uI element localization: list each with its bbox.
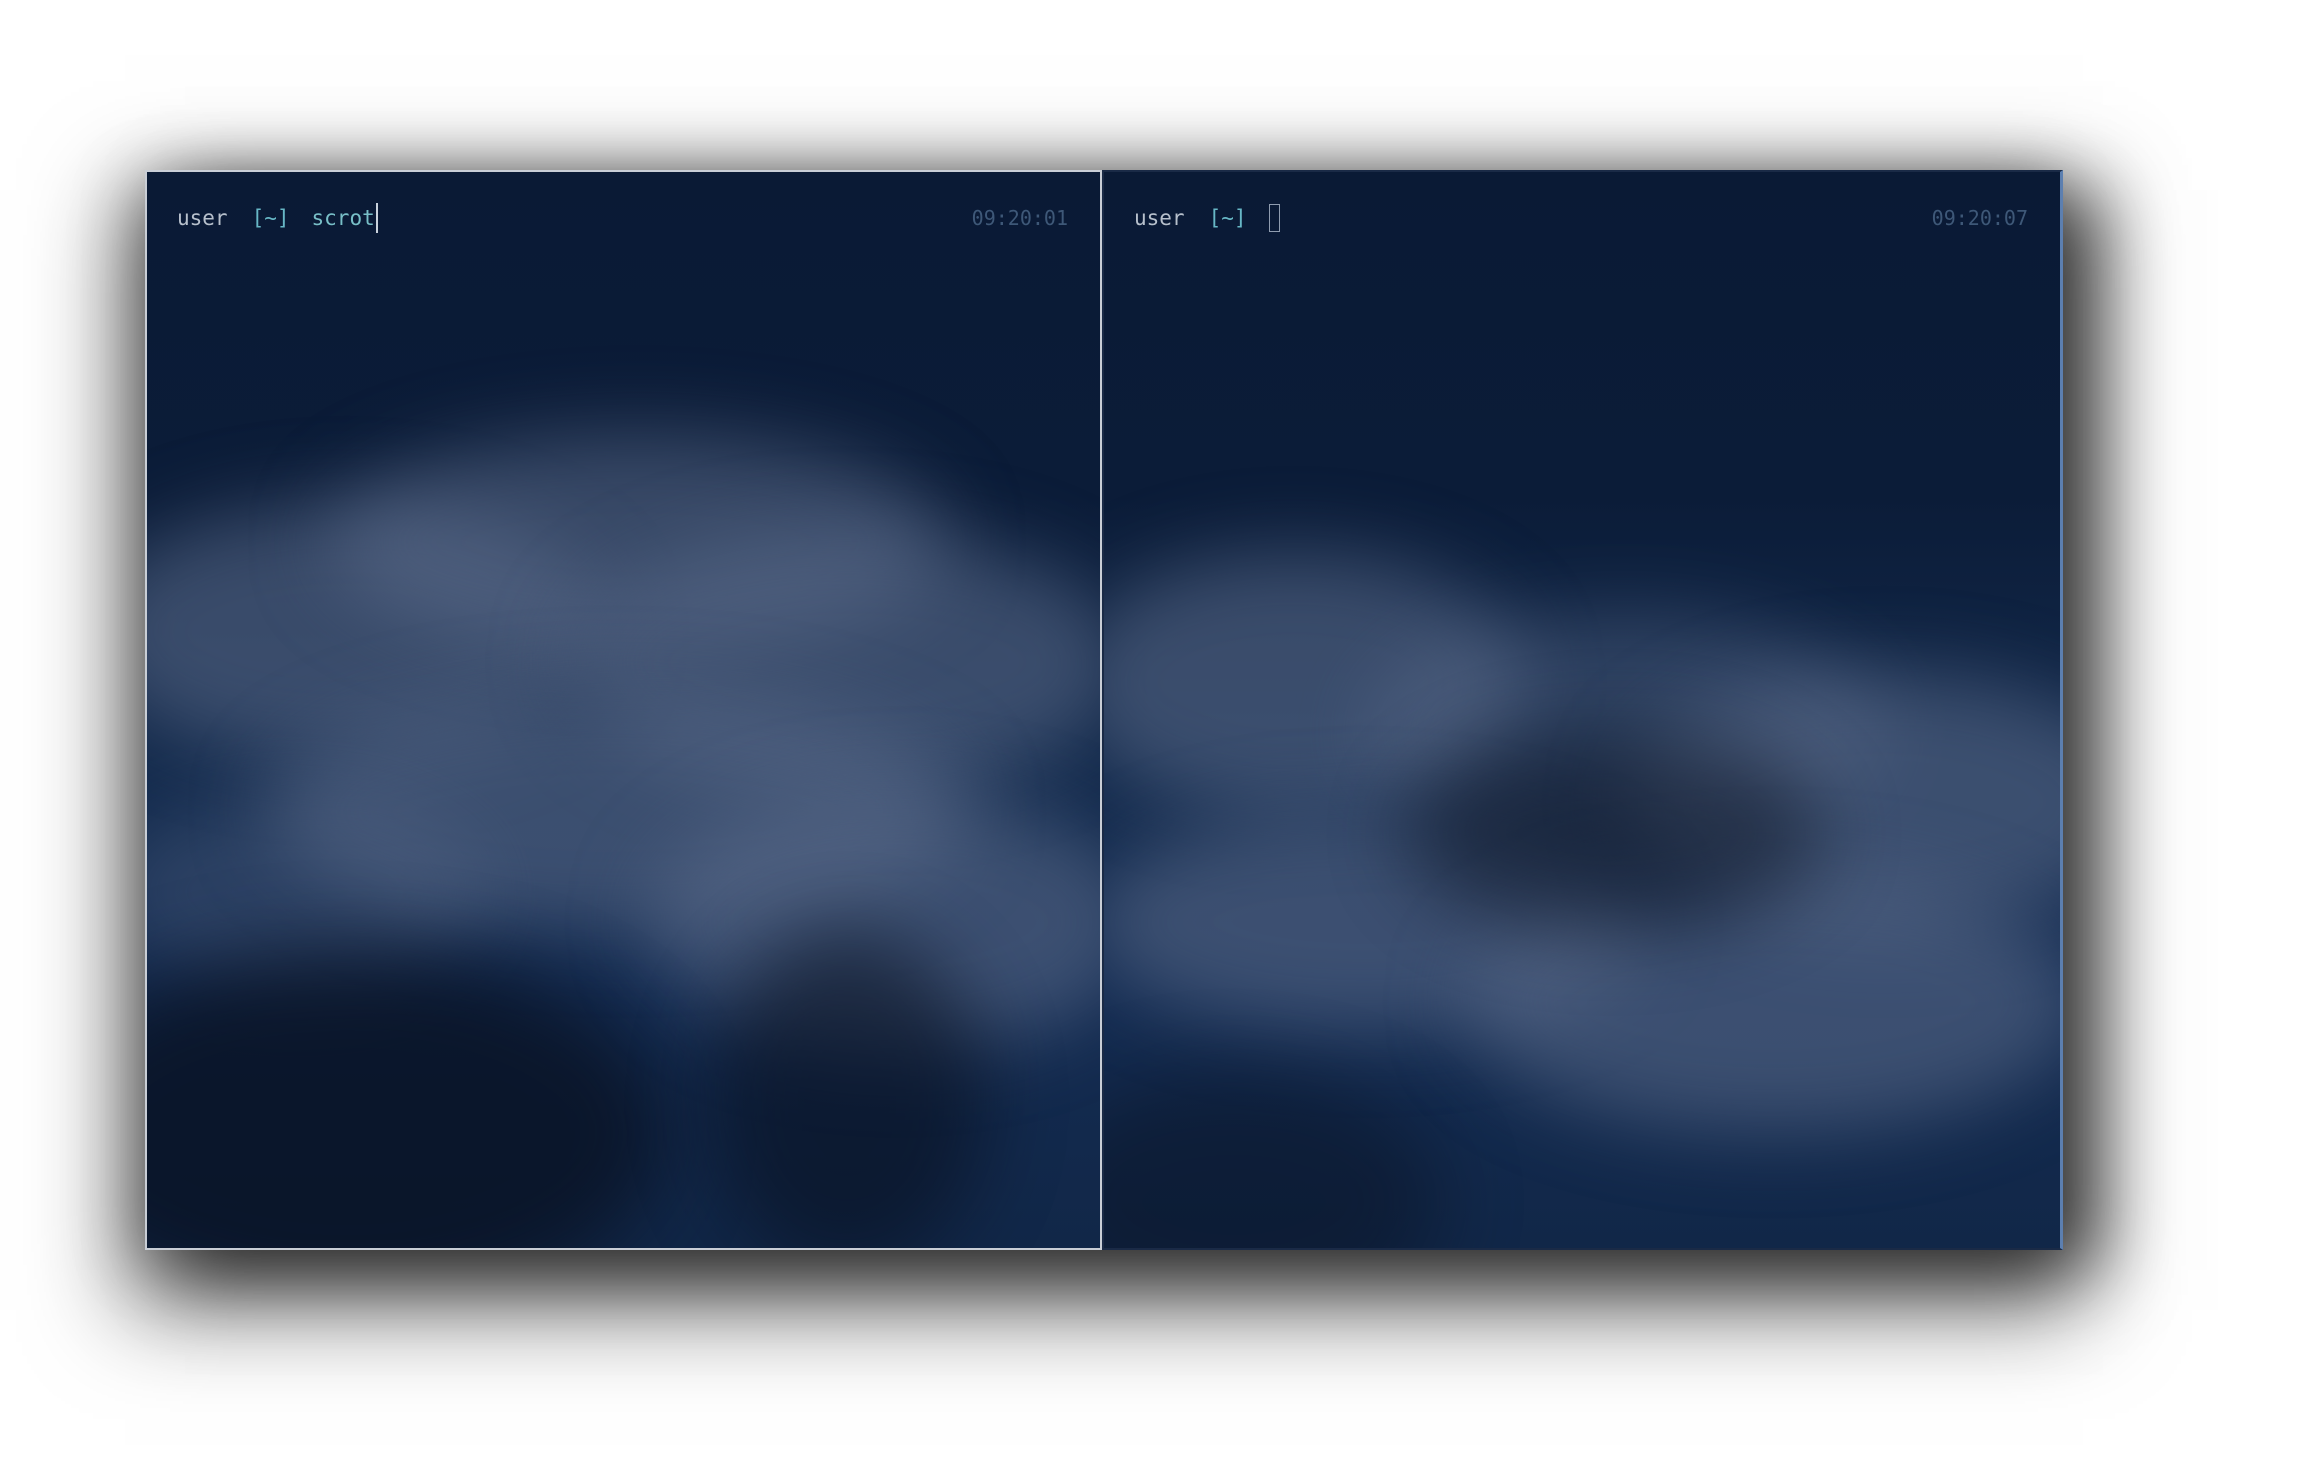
- terminal-window-left[interactable]: user [~] scrot 09:20:01: [145, 170, 1102, 1250]
- shell-prompt[interactable]: user [~] scrot: [177, 202, 378, 234]
- command-input[interactable]: scrot: [312, 202, 375, 234]
- prompt-clock: 09:20:07: [1931, 206, 2028, 230]
- text-cursor: [375, 203, 378, 233]
- block-cursor: [1268, 204, 1280, 232]
- desktop: user [~] scrot 09:20:01 user [~] 09:20:0…: [0, 0, 2324, 1484]
- prompt-directory: [~]: [251, 206, 290, 230]
- shell-prompt[interactable]: user [~]: [1134, 202, 1280, 234]
- prompt-user: user: [1134, 206, 1185, 230]
- prompt-user: user: [177, 206, 228, 230]
- wallpaper-background: [1104, 172, 2060, 1248]
- prompt-clock: 09:20:01: [971, 206, 1068, 230]
- terminal-window-right[interactable]: user [~] 09:20:07: [1102, 170, 2063, 1250]
- wallpaper-background: [147, 172, 1100, 1248]
- prompt-directory: [~]: [1208, 206, 1247, 230]
- tiled-terminal-layout: user [~] scrot 09:20:01 user [~] 09:20:0…: [145, 170, 2063, 1250]
